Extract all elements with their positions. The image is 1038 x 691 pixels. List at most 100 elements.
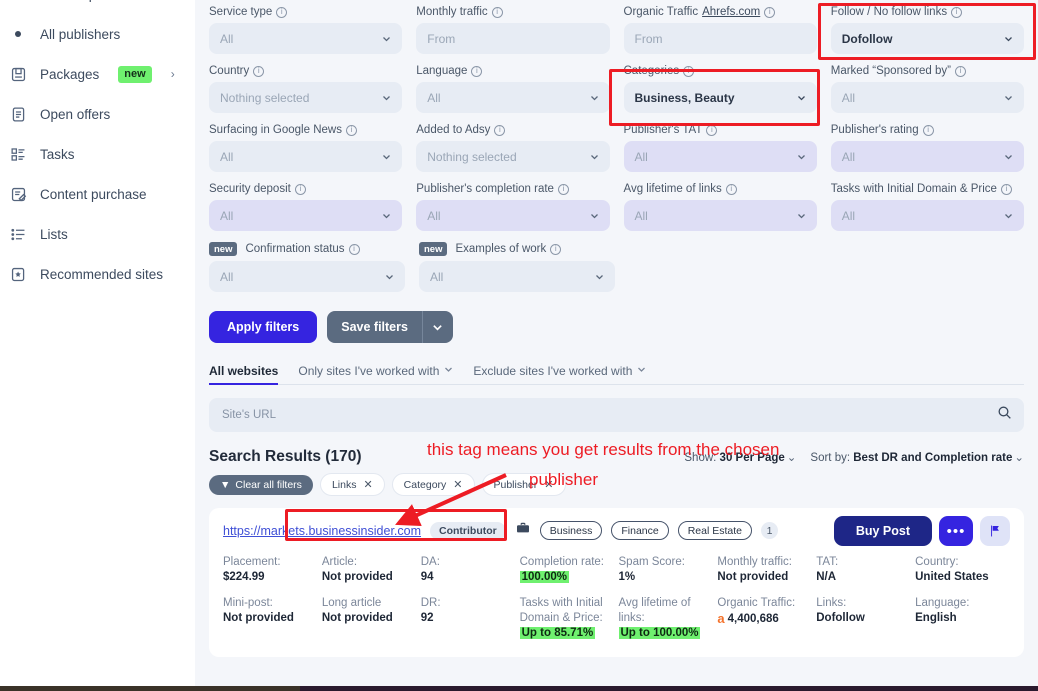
tab-only-worked-with[interactable]: Only sites I've worked with [298, 364, 453, 384]
annotation-note-line1: this tag means you get results from the … [427, 440, 780, 459]
clear-all-filters-button[interactable]: ▼ Clear all filters [209, 474, 313, 495]
save-filters-dropdown-toggle[interactable] [421, 311, 453, 343]
search-placeholder: Site's URL [222, 409, 276, 421]
apply-filters-button[interactable]: Apply filters [209, 311, 318, 343]
filter-label: Service type i [209, 6, 402, 18]
extra-categories-count[interactable]: 1 [761, 522, 778, 539]
completion-rate-select[interactable]: All [416, 200, 610, 231]
briefcase-icon [515, 520, 531, 541]
sidebar-item-lists[interactable]: Lists [0, 214, 195, 254]
filter-label: new Confirmation status i [209, 242, 405, 256]
info-icon[interactable]: i [471, 65, 483, 77]
select-value: All [841, 208, 856, 223]
publishers-rating-select[interactable]: All [830, 141, 1024, 172]
sidebar-item-content-purchase[interactable]: Content purchase [0, 174, 195, 214]
result-card: https://markets.businessinsider.com Cont… [209, 508, 1024, 657]
ahrefs-link[interactable]: Ahrefs.com [702, 6, 760, 18]
metric-organic-traffic: Organic Traffic: a 4,400,686 [717, 597, 796, 626]
info-icon[interactable]: i [491, 6, 503, 18]
info-icon[interactable]: i [345, 124, 357, 136]
info-icon[interactable]: i [706, 124, 718, 136]
organic-traffic-input[interactable]: From [623, 23, 817, 54]
site-url-search[interactable]: Site's URL [209, 398, 1024, 432]
avg-lifetime-links-select[interactable]: All [623, 200, 817, 231]
category-pill[interactable]: Finance [611, 521, 669, 540]
info-icon[interactable]: i [951, 6, 963, 18]
sponsored-by-select[interactable]: All [830, 82, 1024, 113]
close-icon[interactable]: ✕ [453, 478, 462, 491]
initial-domain-price-select[interactable]: All [830, 200, 1024, 231]
sidebar-item-tasks[interactable]: Tasks [0, 134, 195, 174]
sidebar-item-open-offers[interactable]: Open offers [0, 94, 195, 134]
sidebar-item-label: Lists [40, 226, 68, 242]
security-deposit-select[interactable]: All [209, 200, 403, 231]
confirmation-status-select[interactable]: All [209, 261, 405, 292]
category-pill[interactable]: Business [539, 521, 603, 540]
categories-select[interactable]: Business, Beauty [623, 82, 817, 113]
info-icon[interactable]: i [494, 124, 506, 136]
chevron-down-icon [797, 93, 806, 102]
sidebar-item-label: Recommended sites [40, 266, 164, 282]
more-options-button[interactable]: ••• [939, 516, 973, 546]
sidebar-item-verified-publishers[interactable]: Verified publishers [0, 0, 195, 14]
info-icon[interactable]: i [294, 183, 306, 195]
monthly-traffic-input[interactable]: From [416, 23, 610, 54]
info-icon[interactable]: i [276, 6, 288, 18]
chevron-down-icon [590, 152, 599, 161]
info-icon[interactable]: i [954, 65, 966, 77]
flag-icon[interactable] [980, 516, 1010, 546]
buy-post-button[interactable]: Buy Post [833, 516, 932, 546]
filter-avg-lifetime-links: Avg lifetime of links i All [623, 183, 817, 231]
select-value: All [220, 31, 234, 46]
chip-links[interactable]: Links ✕ [319, 473, 385, 496]
sort-label: Sort by: [810, 452, 851, 464]
sidebar-item-packages[interactable]: Packages new › [0, 54, 195, 94]
filter-confirmation-status: new Confirmation status i All [209, 242, 405, 292]
search-icon[interactable] [997, 405, 1012, 425]
sidebar-item-all-publishers[interactable]: All publishers [0, 14, 195, 54]
info-icon[interactable]: i [725, 183, 737, 195]
metric-tat: TAT: N/A [816, 556, 839, 583]
info-icon[interactable]: i [683, 65, 695, 77]
new-tag: new [209, 242, 238, 256]
sidebar-item-recommended-sites[interactable]: Recommended sites [0, 254, 195, 294]
filter-label: Monthly traffic i [416, 6, 609, 18]
info-icon[interactable]: i [253, 65, 265, 77]
select-value: Nothing selected [427, 149, 517, 164]
chevron-down-icon [590, 211, 599, 220]
packages-new-badge: new [118, 65, 152, 83]
sidebar-item-label: Packages [40, 66, 100, 82]
close-icon[interactable]: ✕ [363, 478, 372, 491]
info-icon[interactable]: i [557, 183, 569, 195]
site-url-link[interactable]: https://markets.businessinsider.com [223, 524, 421, 538]
publishers-tat-select[interactable]: All [623, 141, 817, 172]
service-type-select[interactable]: All [209, 23, 403, 54]
examples-of-work-select[interactable]: All [419, 261, 615, 292]
chevron-down-icon [382, 152, 391, 161]
tab-label: Only sites I've worked with [298, 364, 440, 378]
chip-category[interactable]: Category ✕ [391, 473, 475, 496]
follow-links-select[interactable]: Dofollow [830, 23, 1024, 54]
info-icon[interactable]: i [550, 243, 562, 255]
active-filter-chips: ▼ Clear all filters Links ✕ Category ✕ P… [209, 473, 1024, 496]
chevron-down-icon [1004, 34, 1013, 43]
tab-all-websites[interactable]: All websites [209, 364, 279, 385]
filter-label: new Examples of work i [419, 242, 615, 256]
info-icon[interactable]: i [348, 243, 360, 255]
info-icon[interactable]: i [764, 6, 776, 18]
category-pill[interactable]: Real Estate [677, 521, 752, 540]
filter-added-to-adsy: Added to Adsy i Nothing selected [416, 124, 610, 172]
language-select[interactable]: All [416, 82, 610, 113]
google-news-select[interactable]: All [209, 141, 403, 172]
info-icon[interactable]: i [922, 124, 934, 136]
country-select[interactable]: Nothing selected [209, 82, 403, 113]
info-icon[interactable]: i [1000, 183, 1012, 195]
added-to-adsy-select[interactable]: Nothing selected [416, 141, 610, 172]
result-metrics-grid: Placement: $224.99 Article: Not provided… [223, 555, 1010, 641]
select-value: All [427, 208, 441, 223]
sort-by-control[interactable]: Sort by: Best DR and Completion rate ⌄ [810, 450, 1024, 464]
tab-exclude-worked-with[interactable]: Exclude sites I've worked with [473, 364, 646, 384]
save-filters-button[interactable]: Save filters [327, 311, 422, 343]
chevron-down-icon [444, 365, 453, 377]
chevron-down-icon [385, 272, 394, 281]
